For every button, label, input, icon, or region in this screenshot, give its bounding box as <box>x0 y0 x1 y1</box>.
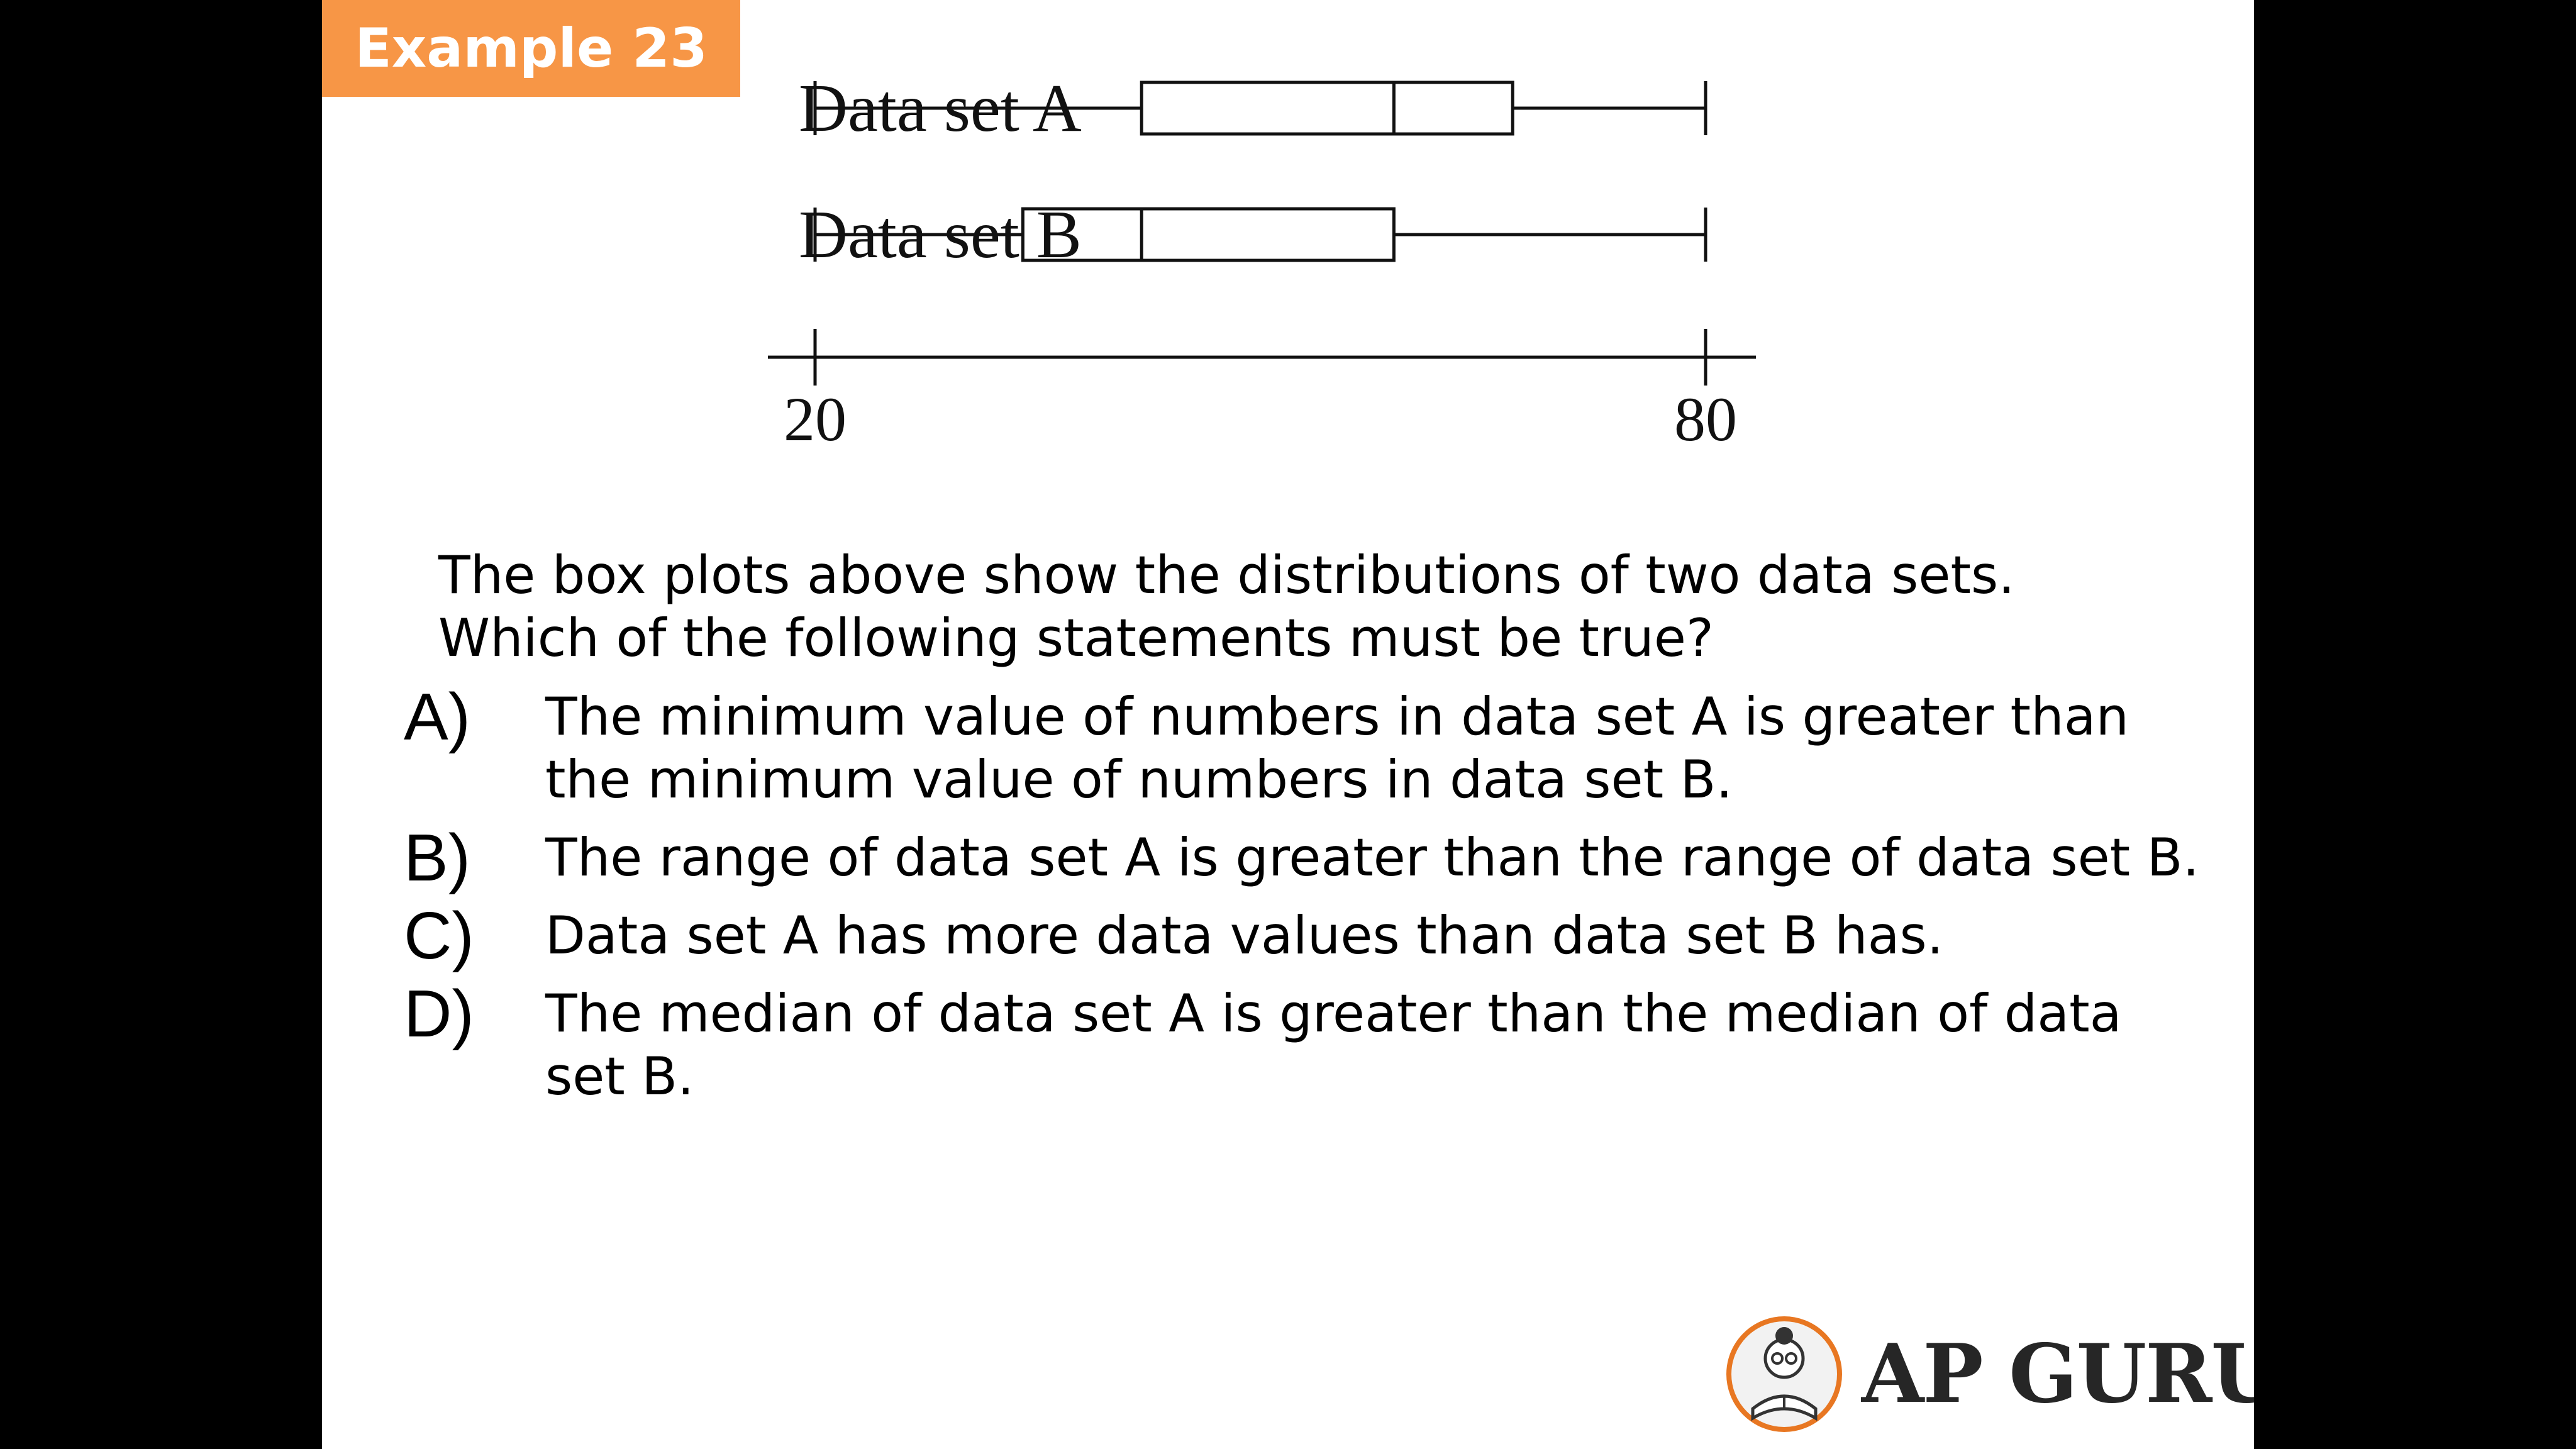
logo-text: AP GURU <box>1862 1327 2254 1421</box>
choice-d-letter: D) <box>404 977 474 1051</box>
choice-c-letter: C) <box>404 899 474 973</box>
axis-tick-label-20: 20 <box>784 384 847 454</box>
reading-guru-icon <box>1726 1316 1842 1432</box>
choice-b-text: The range of data set A is greater than … <box>545 827 2199 888</box>
choice-c[interactable]: C) Data set A has more data values than … <box>404 899 2202 973</box>
question-line-1: The box plots above show the distributio… <box>438 545 2015 606</box>
choice-c-text: Data set A has more data values than dat… <box>545 905 1944 966</box>
choice-b[interactable]: B) The range of data set A is greater th… <box>404 821 2202 895</box>
choice-d[interactable]: D) The median of data set A is greater t… <box>404 977 2202 1108</box>
question-text: The box plots above show the distributio… <box>438 544 2199 670</box>
box-plot-series-group: Data set A Data set B <box>799 71 1707 272</box>
axis-tick-label-80: 80 <box>1674 384 1737 454</box>
ap-guru-logo: AP GURU <box>1724 1314 2254 1434</box>
answer-choices: A) The minimum value of numbers in data … <box>404 680 2202 1123</box>
series-a-box-plot: Data set A <box>799 71 1707 146</box>
slide: Example 23 Data set A Data set B 20 80 The… <box>322 0 2254 1449</box>
series-b-box-plot: Data set B <box>799 197 1707 272</box>
choice-a-text: The minimum value of numbers in data set… <box>545 686 2129 810</box>
choice-a[interactable]: A) The minimum value of numbers in data … <box>404 680 2202 811</box>
box-plot-chart: Data set AData set B 20 80 <box>768 71 1756 454</box>
choice-a-letter: A) <box>404 680 470 754</box>
choice-b-letter: B) <box>404 821 470 895</box>
series-a-iqr-box <box>1140 80 1514 136</box>
choice-d-text: The median of data set A is greater than… <box>545 983 2122 1107</box>
question-line-2: Which of the following statements must b… <box>438 608 1714 669</box>
number-line-axis: 20 80 <box>768 329 1756 454</box>
